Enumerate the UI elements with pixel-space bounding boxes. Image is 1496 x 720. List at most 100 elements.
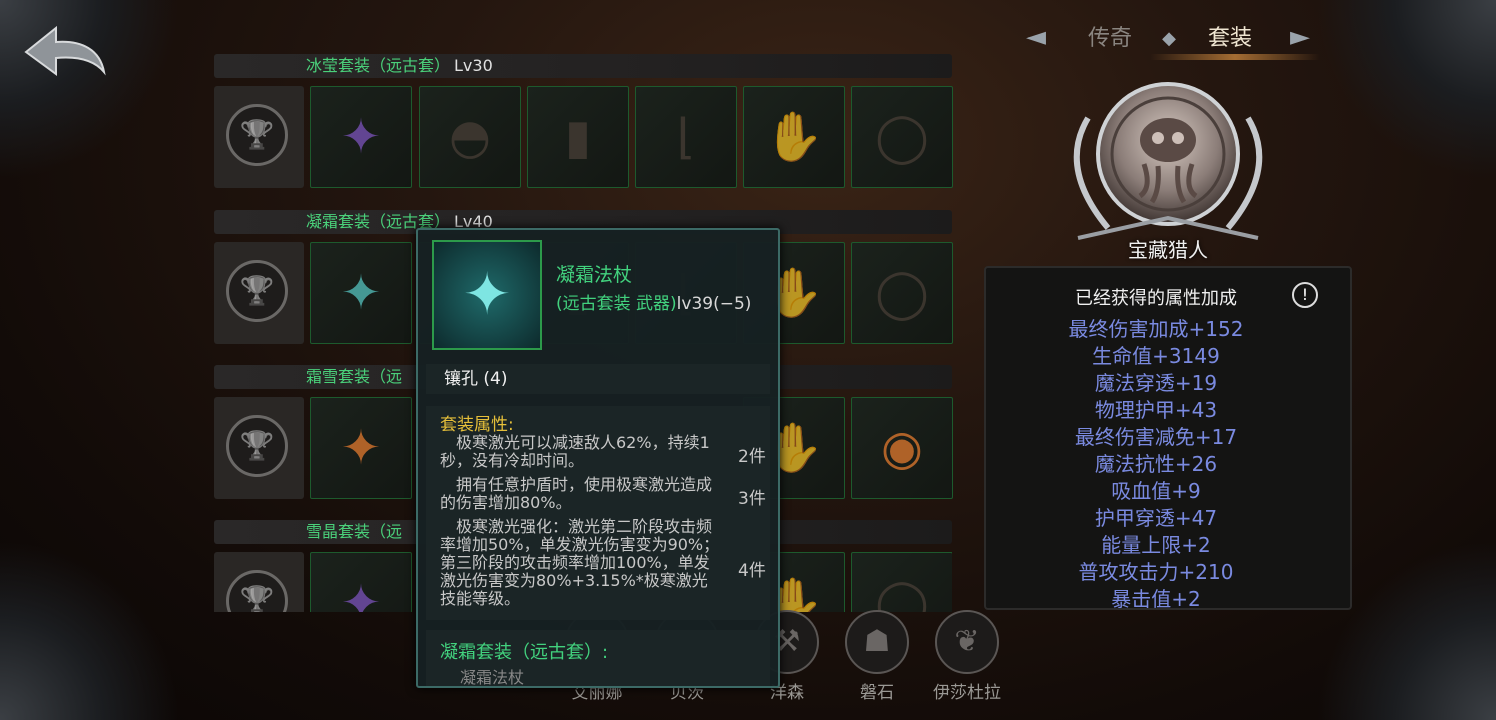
tooltip-item-icon: ✦ [432, 240, 542, 350]
stat-name: 物理护甲 [1094, 398, 1175, 422]
item-slot-weapon[interactable]: ✦ [310, 86, 412, 188]
item-slot-hat[interactable]: ◓ [419, 86, 521, 188]
prev-arrow-icon[interactable]: ◄ [1026, 24, 1046, 50]
set-emblem [1048, 78, 1288, 248]
diamond-icon: ◆ [1162, 28, 1176, 49]
stat-line: 吸血值+9 [986, 478, 1326, 505]
item-slot-ring[interactable]: ◯ [851, 552, 952, 612]
stat-value: +3149 [1152, 344, 1220, 368]
hero-portrait-icon: ☗ [845, 610, 909, 674]
crystal-staff-icon: ✦ [462, 260, 512, 328]
stat-name: 暴击值 [1111, 587, 1172, 610]
set-name: 雪晶套装（远 [306, 522, 403, 541]
corner-ornament-bottom-left [0, 540, 180, 720]
set-name: 冰莹套装（远古套） [306, 56, 451, 75]
set-trophy-slot[interactable] [214, 552, 304, 612]
hero-portrait-icon: ❦ [935, 610, 999, 674]
stat-line: 普攻攻击力+210 [986, 559, 1326, 586]
set-effect-text: 极寒激光可以减速敌人62%，持续1秒，没有冷却时间。 [440, 433, 710, 470]
stat-value: +47 [1174, 506, 1218, 530]
item-slot-ring[interactable]: ◯ [851, 86, 953, 188]
corner-ornament-top-right [1316, 0, 1496, 180]
ring-icon: ◉ [881, 420, 923, 476]
set-name: 霜雪套装（远 [306, 367, 403, 386]
set-level: Lv30 [454, 56, 493, 75]
set-trophy-slot[interactable] [214, 397, 304, 499]
stat-name: 魔法穿透 [1094, 371, 1175, 395]
stat-value: +2 [1171, 587, 1201, 610]
crystal-icon: ✦ [340, 109, 382, 165]
trophy-icon [226, 415, 288, 477]
hero-label: 磐石 [860, 683, 894, 703]
item-slot-robe[interactable]: ▮ [527, 86, 629, 188]
tab-suit[interactable]: 套装 [1208, 24, 1252, 54]
tooltip-set-list: 凝霜套装（远古套）: 凝霜法杖 [426, 630, 770, 686]
trophy-icon [226, 570, 288, 612]
hero-label: 伊莎杜拉 [933, 683, 1001, 703]
trophy-icon [226, 260, 288, 322]
tooltip-set-list-title: 凝霜套装（远古套）: [440, 642, 609, 663]
stat-name: 生命值 [1092, 344, 1153, 368]
item-slot-weapon[interactable]: ✦ [310, 242, 412, 344]
back-button[interactable] [22, 22, 108, 86]
hat-icon: ◓ [449, 109, 491, 165]
hero-tab[interactable]: ❦ 伊莎杜拉 [922, 610, 1012, 703]
tooltip-set-list-item: 凝霜法杖 [460, 668, 525, 686]
item-slot-gloves[interactable]: ✋ [743, 86, 845, 188]
stat-line: 护甲穿透+47 [986, 505, 1326, 532]
stat-line: 生命值+3149 [986, 343, 1326, 370]
item-tooltip[interactable]: ✦ 凝霜法杖 (远古套装 武器)lv39(−5) 镶孔 (4) 套装属性: 极寒… [416, 228, 780, 688]
next-arrow-icon[interactable]: ► [1290, 24, 1310, 50]
set-effect-count: 4件 [738, 561, 766, 581]
set-row: 冰莹套装（远古套）Lv30 ✦ ◓ ▮ ⌊ ✋ ◯ [214, 54, 953, 188]
stat-line: 最终伤害减免+17 [986, 424, 1326, 451]
item-slot-ring[interactable]: ◯ [851, 242, 953, 344]
item-slot-weapon[interactable]: ✦ [310, 552, 412, 612]
stat-line: 最终伤害加成+152 [986, 316, 1326, 343]
boots-icon: ⌊ [676, 109, 696, 165]
item-slot-ring[interactable]: ◉ [851, 397, 953, 499]
item-slot-weapon[interactable]: ✦ [310, 397, 412, 499]
set-trophy-slot[interactable] [214, 86, 304, 188]
stat-value: +17 [1194, 425, 1238, 449]
stat-line: 能量上限+2 [986, 532, 1326, 559]
hero-tab[interactable]: ☗ 磐石 [832, 610, 922, 703]
skull-emblem-icon [1073, 82, 1263, 240]
set-trophy-slot[interactable] [214, 242, 304, 344]
stat-name: 护甲穿透 [1094, 506, 1175, 530]
back-arrow-icon [24, 25, 106, 76]
set-effect-count: 3件 [738, 489, 766, 509]
stat-line: 物理护甲+43 [986, 397, 1326, 424]
stat-name: 能量上限 [1101, 533, 1182, 557]
stat-name: 吸血值 [1111, 479, 1172, 503]
stat-line: 暴击值+2 [986, 586, 1326, 610]
stat-value: +19 [1174, 371, 1218, 395]
tooltip-item-name: 凝霜法杖 [556, 264, 633, 286]
robe-icon: ▮ [564, 109, 592, 165]
ring-icon: ◯ [875, 109, 929, 165]
crystal-icon: ✦ [340, 420, 382, 476]
stat-name: 普攻攻击力 [1078, 560, 1179, 584]
tooltip-set-title: 套装属性: [440, 415, 514, 435]
info-icon[interactable]: ! [1292, 282, 1318, 308]
tab-legend[interactable]: 传奇 [1088, 24, 1132, 54]
trophy-icon [226, 104, 288, 166]
tab-active-indicator [1150, 54, 1320, 60]
category-tabbar: ◄ 传奇 ◆ 套装 ► [1020, 20, 1320, 60]
crystal-icon: ✦ [340, 265, 382, 321]
stat-line: 魔法抗性+26 [986, 451, 1326, 478]
set-effect-text: 拥有任意护盾时，使用极寒激光造成的伤害增加80%。 [440, 475, 713, 512]
stat-name: 最终伤害减免 [1074, 425, 1195, 449]
stat-value: +210 [1178, 560, 1234, 584]
tooltip-socket: 镶孔 (4) [426, 364, 770, 394]
tooltip-item-type: (远古套装 武器) [556, 294, 677, 314]
item-slot-boots[interactable]: ⌊ [635, 86, 737, 188]
stat-value: +2 [1181, 533, 1211, 557]
set-effect-text: 极寒激光强化：激光第二阶段攻击频率增加50%，单发激光伤害变为90%；第三阶段的… [440, 517, 720, 608]
ring-icon: ◯ [875, 575, 929, 612]
stat-value: +152 [1188, 317, 1244, 341]
stat-list[interactable]: 最终伤害加成+152 生命值+3149 魔法穿透+19 物理护甲+43 最终伤害… [986, 316, 1326, 610]
set-effect-count: 2件 [738, 447, 766, 467]
stats-panel: 已经获得的属性加成 ! 最终伤害加成+152 生命值+3149 魔法穿透+19 … [984, 266, 1352, 610]
ring-icon: ◯ [875, 265, 929, 321]
